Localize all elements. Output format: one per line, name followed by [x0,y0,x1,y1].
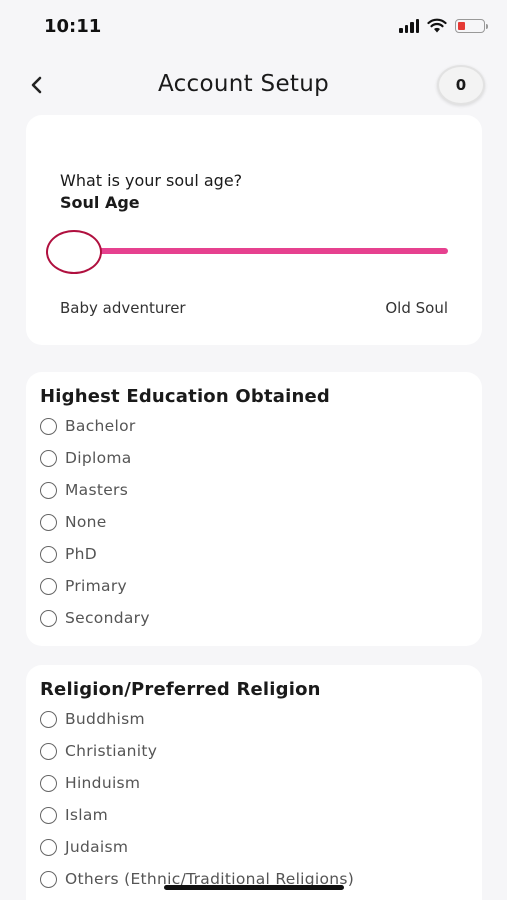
status-icons [399,18,488,33]
option-label: PhD [65,545,98,563]
education-option-secondary[interactable]: Secondary [40,607,150,629]
soul-age-slider-track[interactable] [74,248,448,254]
option-label: Secondary [65,609,150,627]
education-title: Highest Education Obtained [40,386,330,407]
battery-icon [455,18,488,33]
religion-option-hinduism[interactable]: Hinduism [40,772,140,794]
nav-bar: Account Setup 0 [0,58,507,114]
religion-option-islam[interactable]: Islam [40,804,108,826]
radio-button[interactable] [40,449,57,467]
slider-min-label: Baby adventurer [60,299,186,317]
option-label: Bachelor [65,417,136,435]
religion-title: Religion/Preferred Religion [40,679,321,700]
status-bar: 10:11 [0,0,507,56]
signal-icon [399,18,419,33]
option-label: Masters [65,481,129,499]
education-option-phd[interactable]: PhD [40,543,97,565]
education-option-diploma[interactable]: Diploma [40,447,132,469]
option-label: Buddhism [65,710,145,728]
slider-max-label: Old Soul [385,299,448,317]
education-option-primary[interactable]: Primary [40,575,127,597]
radio-button[interactable] [40,838,57,856]
radio-button[interactable] [40,774,57,792]
religion-option-judaism[interactable]: Judaism [40,836,128,858]
option-label: None [65,513,107,531]
soul-age-question: What is your soul age? [60,171,243,190]
radio-button[interactable] [40,806,57,824]
soul-age-slider-thumb[interactable] [46,230,102,274]
education-option-bachelor[interactable]: Bachelor [40,415,136,437]
option-label: Primary [65,577,127,595]
home-indicator [164,885,344,890]
wifi-icon [427,18,447,33]
education-option-none[interactable]: None [40,511,107,533]
religion-card: Religion/Preferred Religion Buddhism Chr… [26,665,482,900]
status-time: 10:11 [44,16,102,37]
radio-button[interactable] [40,609,57,627]
religion-option-buddhism[interactable]: Buddhism [40,708,145,730]
radio-button[interactable] [40,417,57,435]
option-label: Islam [65,806,109,824]
option-label: Judaism [65,838,129,856]
option-label: Diploma [65,449,132,467]
radio-button[interactable] [40,481,57,499]
radio-button[interactable] [40,710,57,728]
radio-button[interactable] [40,742,57,760]
counter-badge[interactable]: 0 [437,65,485,105]
radio-button[interactable] [40,513,57,531]
option-label: Christianity [65,742,158,760]
page-title: Account Setup [157,71,330,97]
radio-button[interactable] [40,545,57,563]
religion-option-christianity[interactable]: Christianity [40,740,157,762]
radio-button[interactable] [40,870,57,888]
radio-button[interactable] [40,577,57,595]
soul-age-label: Soul Age [60,193,140,212]
education-card: Highest Education Obtained Bachelor Dipl… [26,372,482,646]
option-label: Hinduism [65,774,141,792]
soul-age-card: What is your soul age? Soul Age Baby adv… [26,115,482,345]
education-option-masters[interactable]: Masters [40,479,128,501]
